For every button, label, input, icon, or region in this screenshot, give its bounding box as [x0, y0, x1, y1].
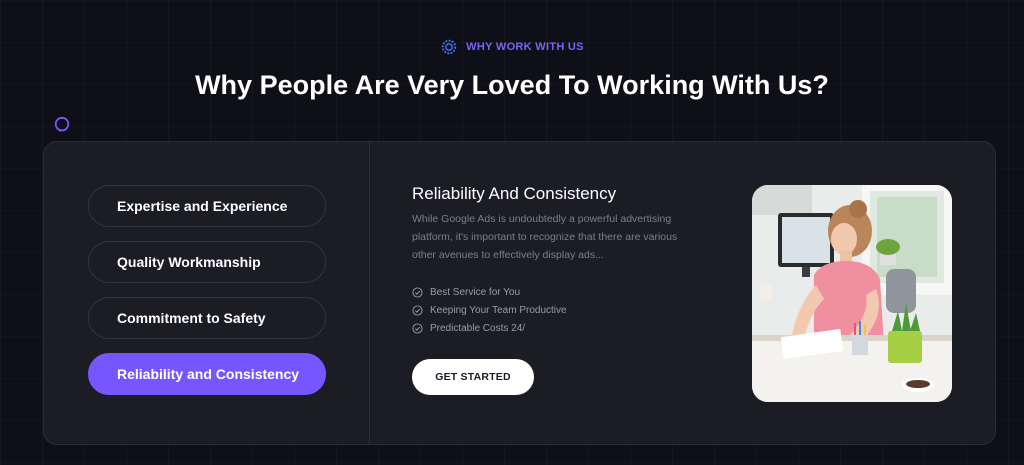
tab-label: Commitment to Safety	[117, 310, 266, 326]
tab-commitment-to-safety[interactable]: Commitment to Safety	[88, 297, 326, 339]
get-started-button[interactable]: GET STARTED	[412, 359, 534, 395]
tab-label: Reliability and Consistency	[117, 366, 300, 382]
list-item: Best Service for You	[412, 283, 567, 301]
panel-description: While Google Ads is undoubtedly a powerf…	[412, 213, 678, 261]
office-photo	[752, 185, 952, 402]
tab-label: Quality Workmanship	[117, 254, 261, 270]
check-circle-icon	[412, 286, 423, 298]
sparkle-ring-icon	[441, 39, 457, 55]
eyebrow-text: WHY WORK WITH US	[466, 41, 584, 53]
list-item: Predictable Costs 24/	[412, 319, 567, 337]
section-eyebrow: WHY WORK WITH US	[0, 38, 1024, 56]
office-photo-illustration	[752, 185, 952, 402]
panel-title: Reliability And Consistency	[412, 184, 617, 203]
tab-expertise-and-experience[interactable]: Expertise and Experience	[88, 185, 326, 227]
check-circle-icon	[412, 322, 423, 334]
card-divider	[369, 141, 370, 445]
checklist-text: Best Service for You	[430, 286, 521, 298]
check-circle-icon	[412, 304, 423, 316]
tab-quality-workmanship[interactable]: Quality Workmanship	[88, 241, 326, 283]
list-item: Keeping Your Team Productive	[412, 301, 567, 319]
feature-checklist: Best Service for You Keeping Your Team P…	[412, 283, 567, 337]
checklist-text: Predictable Costs 24/	[430, 322, 526, 334]
checklist-text: Keeping Your Team Productive	[430, 304, 567, 316]
page-title: Why People Are Very Loved To Working Wit…	[195, 70, 829, 100]
tab-label: Expertise and Experience	[117, 198, 288, 214]
decorative-ring-icon	[54, 116, 70, 132]
tab-reliability-and-consistency[interactable]: Reliability and Consistency	[88, 353, 326, 395]
